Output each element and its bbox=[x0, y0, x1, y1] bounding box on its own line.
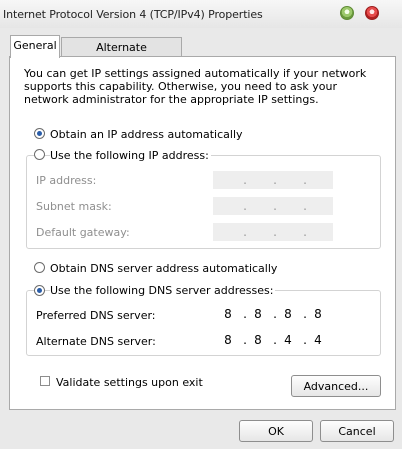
obtain-ip-automatically-radio[interactable] bbox=[34, 128, 45, 139]
alternate-dns-label: Alternate DNS server: bbox=[36, 335, 156, 348]
alternate-dns-octet-4: 4 bbox=[314, 333, 322, 347]
minimize-icon[interactable] bbox=[340, 6, 354, 20]
title-bar: Internet Protocol Version 4 (TCP/IPv4) P… bbox=[0, 0, 402, 28]
preferred-dns-octet-4: 8 bbox=[314, 307, 322, 321]
use-following-dns-radio[interactable] bbox=[34, 285, 45, 296]
tab-alternate-configuration[interactable]: Alternate Configuration bbox=[61, 37, 182, 67]
ip-address-label: IP address: bbox=[36, 174, 97, 187]
subnet-mask-input[interactable]: ... bbox=[213, 197, 333, 215]
advanced-button[interactable]: Advanced... bbox=[291, 375, 381, 397]
ip-address-input[interactable]: ... bbox=[213, 171, 333, 189]
obtain-dns-automatically-label[interactable]: Obtain DNS server address automatically bbox=[50, 262, 277, 275]
close-icon[interactable] bbox=[365, 6, 379, 20]
validate-settings-label[interactable]: Validate settings upon exit bbox=[56, 376, 203, 389]
description-text: You can get IP settings assigned automat… bbox=[24, 67, 367, 106]
default-gateway-label: Default gateway: bbox=[36, 226, 130, 239]
tab-general[interactable]: General bbox=[10, 35, 60, 58]
use-following-ip-label[interactable]: Use the following IP address: bbox=[50, 149, 211, 162]
cancel-button[interactable]: Cancel bbox=[320, 420, 394, 442]
obtain-ip-automatically-label[interactable]: Obtain an IP address automatically bbox=[50, 128, 243, 141]
ok-button[interactable]: OK bbox=[239, 420, 313, 442]
window-title: Internet Protocol Version 4 (TCP/IPv4) P… bbox=[3, 8, 263, 21]
preferred-dns-input[interactable]: 8 . 8 . 8 . 8 bbox=[213, 305, 333, 323]
default-gateway-input[interactable]: ... bbox=[213, 223, 333, 241]
obtain-dns-automatically-radio[interactable] bbox=[34, 262, 45, 273]
preferred-dns-label: Preferred DNS server: bbox=[36, 309, 156, 322]
use-following-dns-label[interactable]: Use the following DNS server addresses: bbox=[50, 284, 276, 297]
validate-settings-checkbox[interactable] bbox=[40, 376, 50, 386]
alternate-dns-input[interactable]: 8 . 8 . 4 . 4 bbox=[213, 331, 333, 349]
subnet-mask-label: Subnet mask: bbox=[36, 200, 112, 213]
use-following-ip-radio[interactable] bbox=[34, 149, 45, 160]
